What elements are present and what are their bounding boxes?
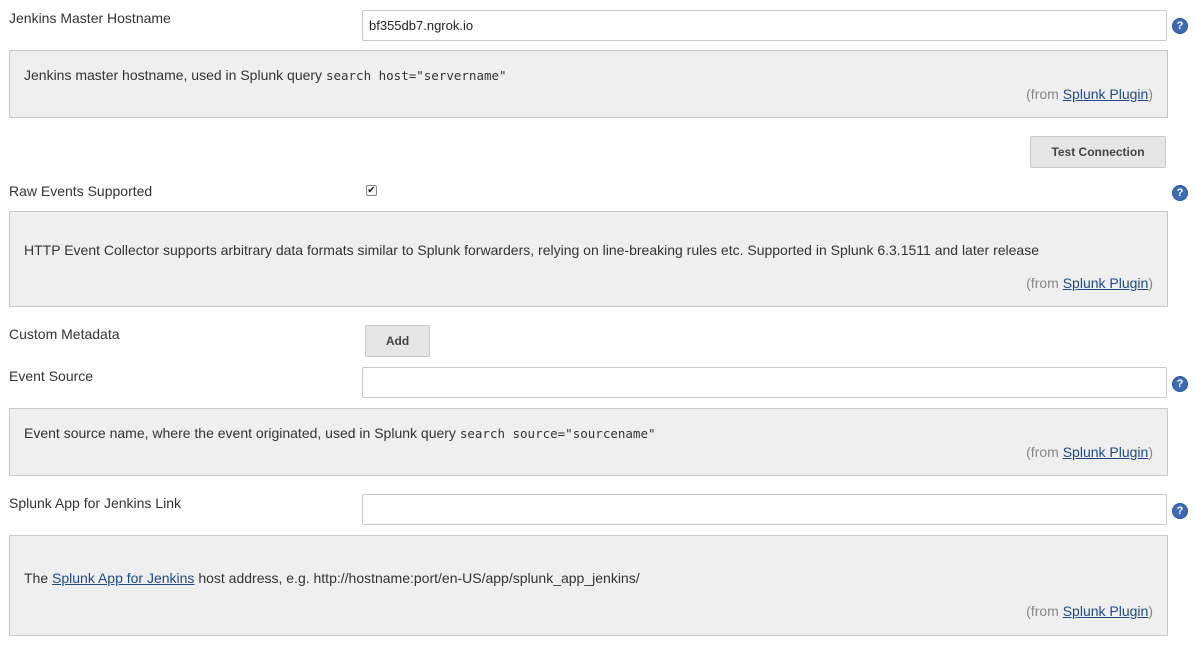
hostname-help-code: search host="servername" (325, 68, 507, 83)
hostname-help-box: Jenkins master hostname, used in Splunk … (9, 50, 1168, 118)
event-source-help-text: Event source name, where the event origi… (24, 425, 656, 441)
event-source-input[interactable] (362, 367, 1167, 398)
event-source-help-code: search source="sourcename" (459, 426, 656, 441)
help-icon[interactable]: ? (1172, 376, 1188, 392)
raw-events-label: Raw Events Supported (9, 183, 153, 199)
custom-metadata-label: Custom Metadata (9, 326, 120, 342)
splunk-plugin-link[interactable]: Splunk Plugin (1063, 275, 1149, 291)
from-plugin: (from Splunk Plugin) (1026, 444, 1153, 460)
help-icon[interactable]: ? (1172, 503, 1188, 519)
splunk-plugin-link[interactable]: Splunk Plugin (1063, 444, 1149, 460)
test-connection-button[interactable]: Test Connection (1030, 136, 1166, 168)
raw-events-checkbox[interactable]: ✔ (366, 185, 377, 196)
from-plugin: (from Splunk Plugin) (1026, 275, 1153, 291)
from-plugin: (from Splunk Plugin) (1026, 603, 1153, 619)
event-source-help-box: Event source name, where the event origi… (9, 408, 1168, 476)
from-plugin: (from Splunk Plugin) (1026, 86, 1153, 102)
add-metadata-button[interactable]: Add (365, 325, 430, 357)
hostname-input[interactable] (362, 10, 1167, 41)
help-icon[interactable]: ? (1172, 185, 1188, 201)
app-link-label: Splunk App for Jenkins Link (9, 495, 181, 511)
event-source-label: Event Source (9, 368, 94, 384)
help-icon[interactable]: ? (1172, 18, 1188, 34)
app-link-help-box: The Splunk App for Jenkins host address,… (9, 535, 1168, 636)
hostname-help-text: Jenkins master hostname, used in Splunk … (24, 67, 507, 83)
app-link-help-text: The Splunk App for Jenkins host address,… (24, 570, 640, 586)
splunk-plugin-link[interactable]: Splunk Plugin (1063, 603, 1149, 619)
raw-events-help-box: HTTP Event Collector supports arbitrary … (9, 211, 1168, 307)
splunk-plugin-link[interactable]: Splunk Plugin (1063, 86, 1149, 102)
splunk-app-link[interactable]: Splunk App for Jenkins (52, 570, 194, 586)
hostname-label: Jenkins Master Hostname (9, 10, 171, 26)
app-link-input[interactable] (362, 494, 1167, 525)
raw-events-help-text: HTTP Event Collector supports arbitrary … (24, 242, 1039, 258)
